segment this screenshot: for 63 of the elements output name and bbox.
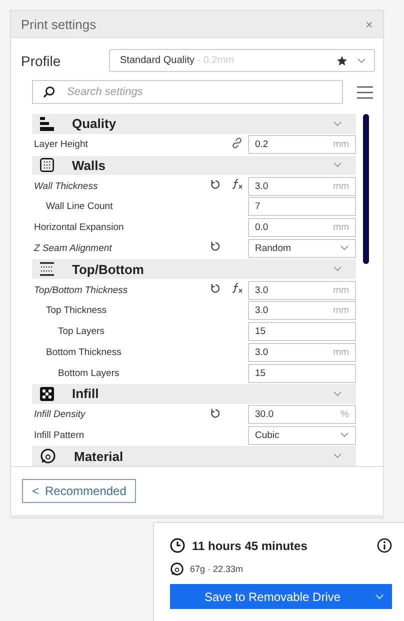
chevron-down-icon xyxy=(333,266,342,272)
setting-field[interactable]: 3.0 mm xyxy=(248,342,356,362)
clock-icon xyxy=(170,538,185,553)
setting-label: Top/Bottom Thickness xyxy=(33,284,129,296)
function-icon[interactable] xyxy=(230,282,244,294)
dropdown-caret-icon xyxy=(375,594,384,600)
scrollbar-thumb[interactable] xyxy=(363,114,369,264)
setting-field[interactable]: 30.0 % xyxy=(248,405,356,424)
section-header[interactable]: Material xyxy=(32,446,356,466)
section-header[interactable]: Quality xyxy=(32,114,356,134)
top-bottom-icon xyxy=(40,262,54,276)
chevron-down-icon xyxy=(340,432,349,438)
chevron-down-icon xyxy=(333,162,342,168)
setting-dropdown[interactable]: Random xyxy=(248,238,356,258)
save-button[interactable]: Save to Removable Drive xyxy=(170,584,392,609)
setting-field[interactable]: 15 xyxy=(248,364,356,383)
reset-icon[interactable] xyxy=(210,408,220,419)
chevron-down-icon xyxy=(333,120,342,127)
chevron-down-icon xyxy=(357,58,366,64)
search-icon xyxy=(43,86,55,98)
setting-label: Wall Line Count xyxy=(45,201,114,212)
setting-field[interactable]: 3.0 mm xyxy=(248,176,356,196)
info-icon[interactable] xyxy=(377,538,392,553)
print-time: 11 hours 45 minutes xyxy=(192,538,308,552)
setting-label: Infill Pattern xyxy=(33,430,86,441)
setting-field[interactable]: 3.0 mm xyxy=(248,280,356,300)
reset-icon[interactable] xyxy=(210,179,220,190)
setting-field[interactable]: 7 xyxy=(248,197,356,216)
chevron-down-icon xyxy=(333,453,342,460)
setting-label: Horizontal Expansion xyxy=(33,222,125,234)
setting-dropdown[interactable]: Cubic xyxy=(248,426,356,445)
spool-icon xyxy=(170,562,184,576)
section-header[interactable]: Walls xyxy=(32,156,356,176)
section-header[interactable]: Infill xyxy=(32,384,356,404)
setting-label: Bottom Thickness xyxy=(45,346,122,358)
section-header[interactable]: Top/Bottom xyxy=(32,259,356,280)
layers-icon xyxy=(40,116,54,131)
setting-label: Infill Density xyxy=(33,409,87,420)
link-icon[interactable] xyxy=(231,136,243,149)
recommended-button[interactable]: < Recommended xyxy=(22,479,136,503)
function-icon[interactable] xyxy=(230,178,244,190)
reset-icon[interactable] xyxy=(210,241,220,252)
panel-title: Print settings xyxy=(21,16,96,32)
infill-icon xyxy=(40,386,54,401)
setting-field[interactable]: 15 xyxy=(248,322,356,342)
setting-label: Layer Height xyxy=(33,139,89,150)
search-field[interactable]: Search settings xyxy=(32,80,343,104)
setting-label: Bottom Layers xyxy=(57,368,120,379)
setting-field[interactable]: 0.0 mm xyxy=(248,218,356,238)
material-usage: 67g · 22.33m xyxy=(190,564,244,574)
chevron-down-icon xyxy=(340,245,349,252)
setting-label: Wall Thickness xyxy=(33,180,99,192)
setting-label: Z Seam Alignment xyxy=(32,242,113,254)
spool-icon xyxy=(40,448,56,464)
profile-label: Profile xyxy=(21,52,62,68)
menu-icon[interactable] xyxy=(357,86,373,98)
setting-field[interactable]: 0.2 mm xyxy=(248,135,356,154)
reset-icon[interactable] xyxy=(210,283,220,294)
walls-icon xyxy=(40,158,54,172)
setting-field[interactable]: 3.0 mm xyxy=(248,301,356,320)
setting-label: Top Layers xyxy=(57,326,106,338)
chevron-down-icon xyxy=(333,390,342,397)
setting-label: Top Thickness xyxy=(45,305,108,316)
